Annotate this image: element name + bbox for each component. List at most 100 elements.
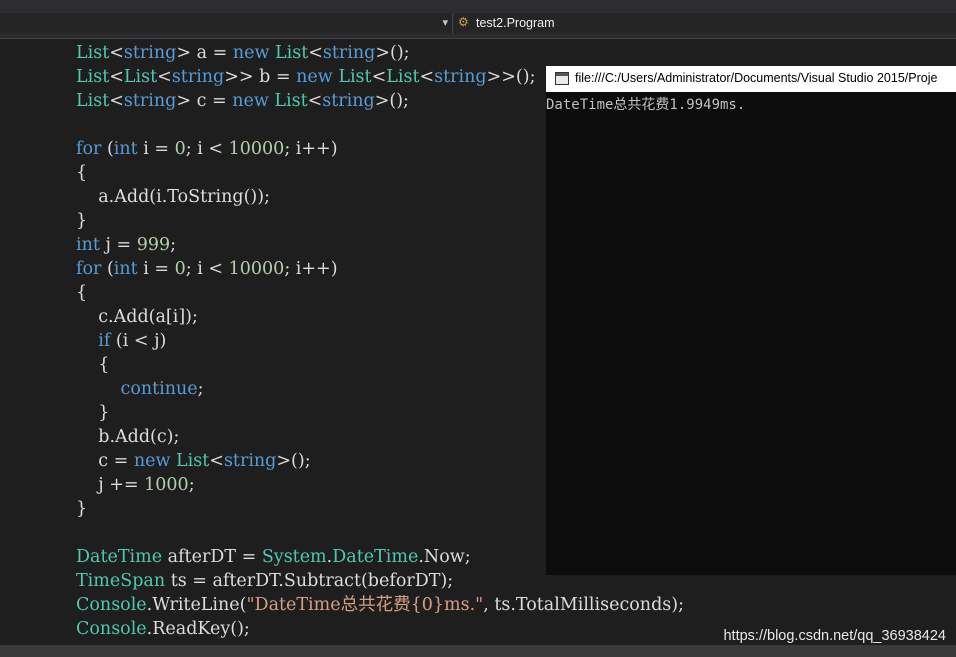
code-token: { bbox=[76, 283, 88, 303]
code-token: new bbox=[232, 43, 270, 63]
code-line: List<string> c = new List<string>(); bbox=[76, 89, 409, 113]
code-token: ; bbox=[170, 235, 176, 255]
code-token: < bbox=[157, 67, 172, 87]
code-token: 10000 bbox=[228, 259, 285, 279]
code-token: 0 bbox=[174, 139, 186, 159]
code-token: WriteLine( bbox=[152, 595, 247, 615]
code-token: >> b = bbox=[224, 67, 297, 87]
code-token: new bbox=[133, 451, 171, 471]
code-token: string bbox=[223, 451, 277, 471]
code-token: < bbox=[209, 451, 224, 471]
code-token: List bbox=[76, 43, 110, 63]
code-line: j += 1000; bbox=[76, 473, 195, 497]
code-token: Console bbox=[76, 619, 147, 639]
code-token: List bbox=[176, 451, 210, 471]
code-token: new bbox=[232, 91, 269, 111]
code-token: "DateTime总共花费{0}ms." bbox=[246, 595, 484, 615]
code-line: } bbox=[76, 497, 87, 521]
code-line: b.Add(c); bbox=[76, 425, 179, 449]
code-token: List bbox=[274, 91, 308, 111]
code-token: >(); bbox=[374, 91, 409, 111]
console-title: file:///C:/Users/Administrator/Documents… bbox=[575, 71, 938, 85]
code-line: } bbox=[76, 209, 87, 233]
code-token: DateTime bbox=[332, 547, 419, 567]
code-token: string bbox=[322, 91, 375, 111]
code-token: , ts.TotalMilliseconds); bbox=[483, 595, 684, 615]
code-token: < bbox=[109, 91, 124, 111]
code-token: ( bbox=[101, 259, 114, 279]
code-token: ; i < bbox=[185, 259, 229, 279]
code-token: ; i++) bbox=[284, 259, 338, 279]
code-token: string bbox=[123, 43, 177, 63]
code-token: < bbox=[109, 67, 124, 87]
code-token: < bbox=[308, 43, 323, 63]
code-token: 1000 bbox=[144, 475, 189, 495]
code-line: Console.ReadKey(); bbox=[76, 617, 250, 641]
console-output: DateTime总共花费1.9949ms. bbox=[546, 97, 746, 113]
class-dropdown-label: test2.Program bbox=[476, 16, 555, 30]
code-token: afterDT = bbox=[162, 547, 262, 567]
code-token: .Now; bbox=[418, 547, 471, 567]
code-token: ( bbox=[101, 139, 114, 159]
code-token: ; i < bbox=[185, 139, 229, 159]
code-token: List bbox=[275, 43, 309, 63]
code-token: j += bbox=[76, 475, 145, 495]
console-title-bar[interactable]: file:///C:/Users/Administrator/Documents… bbox=[546, 66, 956, 92]
chevron-down-icon[interactable]: ▾ bbox=[442, 16, 448, 29]
code-token: 10000 bbox=[228, 139, 285, 159]
code-token: int bbox=[113, 139, 138, 159]
code-token: DateTime bbox=[76, 547, 163, 567]
code-token: new bbox=[296, 67, 333, 87]
code-token: < bbox=[109, 43, 124, 63]
code-token: List bbox=[386, 67, 420, 87]
project-dropdown[interactable]: ▾ bbox=[0, 13, 453, 34]
code-line: c.Add(a[i]); bbox=[76, 305, 198, 329]
code-token: >(); bbox=[276, 451, 311, 471]
code-token: if bbox=[98, 331, 111, 351]
code-token: ; bbox=[197, 379, 204, 399]
code-token: c.Add(a[i]); bbox=[76, 307, 198, 327]
code-line: a.Add(i.ToString()); bbox=[76, 185, 270, 209]
code-token: > a = bbox=[176, 43, 233, 63]
code-token: b.Add(c); bbox=[76, 427, 180, 447]
code-token: .ReadKey(); bbox=[146, 619, 250, 639]
code-token: List bbox=[338, 67, 372, 87]
code-token: Console bbox=[76, 595, 147, 615]
code-token: string bbox=[171, 67, 225, 87]
code-token: { bbox=[76, 163, 88, 183]
code-line: TimeSpan ts = afterDT.Subtract(beforDT); bbox=[76, 569, 453, 593]
code-token: i = bbox=[137, 259, 175, 279]
code-token: } bbox=[76, 403, 110, 423]
class-dropdown[interactable]: ⚙ test2.Program bbox=[454, 13, 956, 34]
code-line: if (i < j) bbox=[76, 329, 166, 353]
code-token: ; bbox=[188, 475, 195, 495]
code-token: (i < j) bbox=[110, 331, 167, 351]
code-token: List bbox=[76, 67, 110, 87]
watermark-text: https://blog.csdn.net/qq_36938424 bbox=[723, 628, 946, 644]
code-token: continue bbox=[120, 379, 198, 399]
code-token: < bbox=[419, 67, 435, 87]
code-line: DateTime afterDT = System.DateTime.Now; bbox=[76, 545, 471, 569]
code-token: >>(); bbox=[486, 67, 536, 87]
code-line: { bbox=[76, 353, 109, 377]
code-token: List bbox=[76, 91, 110, 111]
code-line: List<List<string>> b = new List<List<str… bbox=[76, 65, 536, 89]
code-token: < bbox=[371, 67, 387, 87]
console-window[interactable]: file:///C:/Users/Administrator/Documents… bbox=[546, 66, 956, 575]
code-token: string bbox=[322, 43, 376, 63]
code-token: >(); bbox=[375, 43, 410, 63]
code-line: Console.WriteLine("DateTime总共花费{0}ms.", … bbox=[76, 593, 684, 617]
code-line: for (int i = 0; i < 10000; i++) bbox=[76, 257, 338, 281]
code-token: int bbox=[76, 235, 100, 255]
code-token: int bbox=[113, 259, 138, 279]
code-token: for bbox=[76, 259, 102, 279]
class-icon: ⚙ bbox=[458, 15, 469, 29]
code-token: 999 bbox=[136, 235, 171, 255]
code-token: a.Add(i.ToString()); bbox=[76, 187, 270, 207]
editor-navigation-bar: ▾ ⚙ test2.Program bbox=[0, 0, 956, 39]
code-token: { bbox=[76, 355, 110, 375]
code-token: } bbox=[76, 499, 88, 519]
code-token: j = bbox=[99, 235, 137, 255]
